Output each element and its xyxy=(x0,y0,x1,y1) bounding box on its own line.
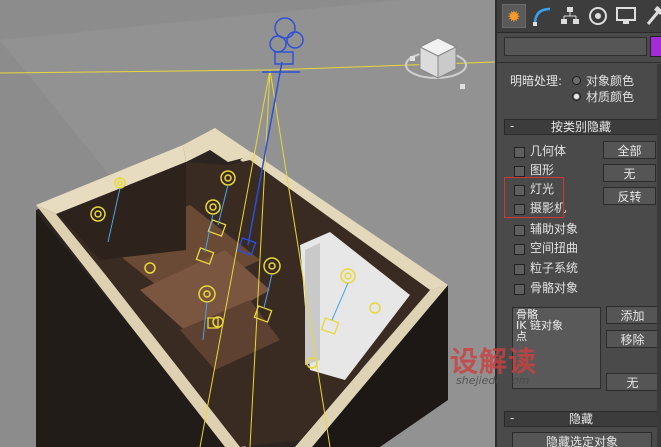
panel-scrollbar[interactable] xyxy=(657,64,661,447)
shading-label: 明暗处理: xyxy=(510,74,563,88)
hammer-icon xyxy=(646,5,661,25)
perspective-viewport[interactable] xyxy=(0,0,495,447)
hide-selected-button[interactable]: 隐藏选定对象 xyxy=(512,432,652,447)
hide-by-category-rollout-header[interactable]: - 按类别隐藏 xyxy=(504,119,658,135)
hide-rollout-header[interactable]: - 隐藏 xyxy=(504,411,658,427)
object-color-label: 对象颜色 xyxy=(586,74,635,88)
object-name-field[interactable] xyxy=(504,37,647,56)
helpers-label: 辅助对象 xyxy=(530,222,579,236)
highlight-box xyxy=(504,177,564,218)
sun-icon: ✹ xyxy=(507,7,521,26)
material-color-label: 材质颜色 xyxy=(586,90,635,104)
arc-icon xyxy=(533,7,551,26)
rollout-title: 按类别隐藏 xyxy=(550,120,611,134)
list-none-button[interactable]: 无 xyxy=(606,373,659,391)
modify-tab[interactable] xyxy=(530,4,554,28)
geometry-label: 几何体 xyxy=(530,144,567,158)
shapes-checkbox[interactable] xyxy=(514,166,525,177)
display-tab[interactable] xyxy=(614,4,638,28)
space-warps-checkbox[interactable] xyxy=(514,244,525,255)
monitor-icon xyxy=(616,7,636,24)
list-item[interactable]: IK 链对象 xyxy=(516,320,597,331)
bone-objects-checkbox[interactable] xyxy=(514,284,525,295)
none-button[interactable]: 无 xyxy=(603,164,656,182)
viewport-scene xyxy=(0,0,495,447)
rollout-title: 隐藏 xyxy=(568,412,593,426)
remove-button[interactable]: 移除 xyxy=(606,330,659,348)
object-color-swatch[interactable] xyxy=(650,36,661,57)
particle-systems-checkbox[interactable] xyxy=(514,264,525,275)
geometry-checkbox[interactable] xyxy=(514,147,525,158)
shapes-label: 图形 xyxy=(530,163,555,177)
divider xyxy=(497,62,661,63)
hierarchy-tab[interactable] xyxy=(558,4,582,28)
hierarchy-icon xyxy=(561,7,579,24)
add-button[interactable]: 添加 xyxy=(606,306,659,324)
motion-tab[interactable] xyxy=(586,4,610,28)
utilities-tab[interactable] xyxy=(642,4,661,28)
invert-button[interactable]: 反转 xyxy=(603,187,656,205)
space-warps-label: 空间扭曲 xyxy=(530,241,579,255)
command-panel-tabs: ✹ xyxy=(497,0,661,33)
material-color-radio[interactable] xyxy=(572,92,581,101)
motion-icon xyxy=(589,7,607,25)
object-color-radio[interactable] xyxy=(572,76,581,85)
create-tab[interactable]: ✹ xyxy=(502,4,526,28)
all-button[interactable]: 全部 xyxy=(603,141,656,159)
helpers-checkbox[interactable] xyxy=(514,225,525,236)
bone-objects-label: 骨骼对象 xyxy=(530,281,579,295)
particle-systems-label: 粒子系统 xyxy=(530,261,579,275)
watermark-url: shejiedu.com xyxy=(456,374,530,387)
